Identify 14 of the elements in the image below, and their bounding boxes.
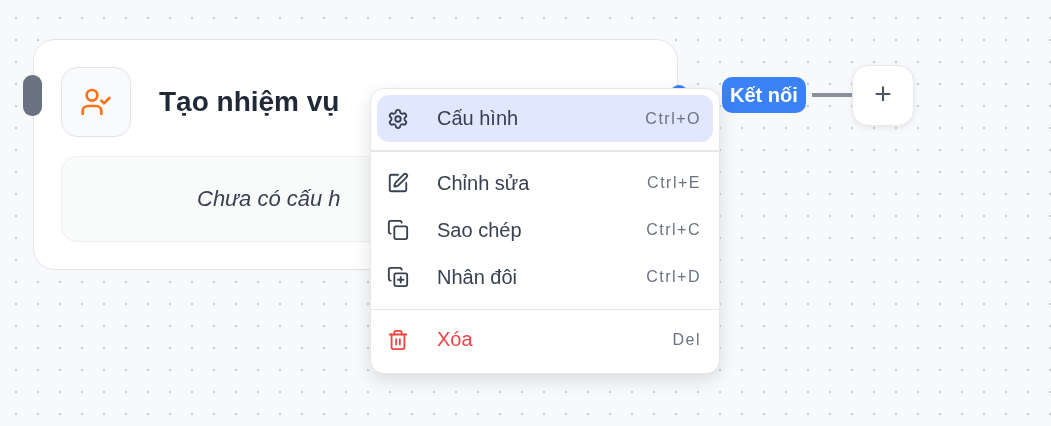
- user-check-icon: [61, 67, 131, 137]
- menu-label: Cấu hình: [437, 107, 520, 130]
- add-node-button[interactable]: +: [852, 65, 914, 126]
- connect-label[interactable]: Kết nối: [722, 77, 806, 113]
- config-placeholder: Chưa có cấu h: [197, 186, 341, 212]
- menu-label: Sao chép: [437, 218, 523, 242]
- input-handle[interactable]: [23, 75, 42, 116]
- node-title: Tạo nhiệm vụ: [159, 86, 340, 118]
- menu-label: Xóa: [437, 328, 474, 351]
- menu-item[interactable]: Xóa Del: [377, 316, 713, 363]
- shortcut-text: Del: [672, 330, 701, 349]
- menu-item[interactable]: Cấu hình Ctrl+O: [377, 95, 713, 142]
- menu-label: Chỉnh sửa: [437, 171, 531, 195]
- shortcut-text: Ctrl+D: [646, 268, 701, 286]
